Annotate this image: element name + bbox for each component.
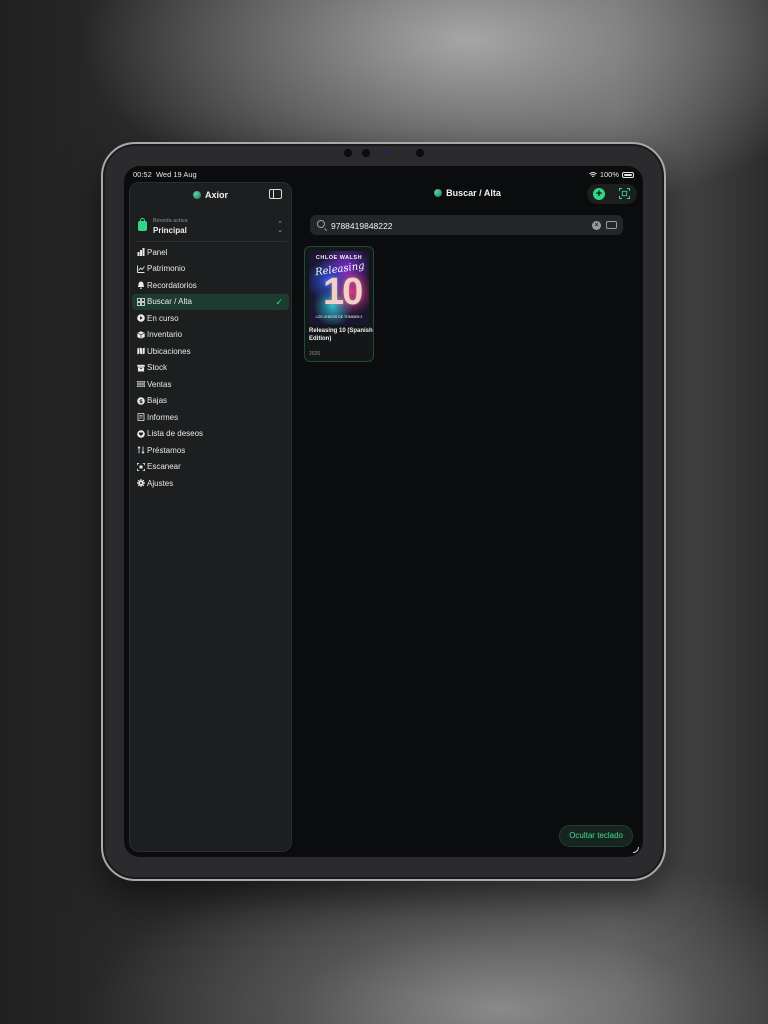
coin-icon: $ — [137, 396, 145, 405]
sidebar-item-label: Stock — [147, 363, 168, 373]
battery-percent: 100% — [599, 170, 619, 179]
result-title: Releasing 10 (Spanish Edition) — [309, 328, 373, 342]
clear-search-button[interactable]: × — [592, 221, 601, 230]
chevron-updown-icon: ⌃ ⌄ — [277, 221, 283, 234]
sidebar-nav: Panel Patrimonio Recordatorios Buscar / … — [130, 244, 291, 492]
sidebar-item-lista-de-deseos[interactable]: Lista de deseos — [132, 426, 289, 443]
book-cover-image: CHLOE WALSH Releasing 10 LOS CHICOS DE T… — [309, 251, 369, 325]
scan-barcode-button[interactable] — [619, 188, 630, 199]
sidebar-item-label: Informes — [147, 412, 179, 422]
sidebar-item-label: Ubicaciones — [147, 346, 191, 356]
vault-name: Principal — [153, 226, 187, 235]
sidebar-item-panel[interactable]: Panel — [132, 244, 289, 261]
app-logo-icon — [434, 189, 443, 197]
camera-icon — [416, 149, 424, 157]
document-icon — [137, 413, 145, 421]
svg-text:$: $ — [139, 399, 143, 405]
sidebar-item-label: Ajustes — [147, 478, 174, 488]
sidebar-header: Axior — [130, 183, 291, 207]
checkmark-icon: ✓ — [275, 296, 283, 307]
wifi-icon — [589, 171, 597, 177]
sidebar-item-escanear[interactable]: Escanear — [132, 459, 289, 476]
sidebar-item-ventas[interactable]: Ventas — [132, 376, 289, 393]
result-card[interactable]: CHLOE WALSH Releasing 10 LOS CHICOS DE T… — [304, 246, 374, 362]
grid-icon — [137, 297, 145, 306]
sidebar-item-label: Recordatorios — [147, 280, 197, 290]
vault-selector[interactable]: Bóveda activa Principal ⌃ ⌄ — [136, 216, 287, 242]
cover-subtitle: LOS CHICOS DE TOMMEN 3 — [315, 315, 363, 319]
sidebar-item-ajustes[interactable]: Ajustes — [132, 475, 289, 492]
gear-icon — [137, 479, 145, 487]
play-circle-icon — [137, 314, 145, 322]
sidebar-toggle-icon[interactable] — [269, 189, 282, 199]
map-icon — [137, 347, 145, 355]
cover-number: 10 — [323, 271, 363, 313]
sidebar-item-label: Ventas — [147, 379, 172, 389]
sidebar-item-patrimonio[interactable]: Patrimonio — [132, 261, 289, 278]
sidebar: Axior Bóveda activa Principal ⌃ ⌄ Panel P… — [129, 182, 292, 852]
chart-bar-icon — [137, 248, 145, 256]
heart-icon — [137, 429, 145, 438]
archive-icon — [137, 364, 145, 371]
toolbar-actions: + — [587, 184, 637, 204]
add-button[interactable]: + — [593, 188, 605, 200]
result-year: 2026 — [309, 351, 321, 357]
status-time: 00:52 Wed 19 Aug — [133, 170, 197, 179]
main-content: Buscar / Alta + 9788419848222 × CHLOE WA… — [292, 182, 643, 857]
camera-icon — [362, 149, 370, 157]
led-icon — [384, 151, 388, 155]
vault-label: Bóveda activa — [153, 218, 188, 224]
sidebar-item-buscar-alta[interactable]: Buscar / Alta ✓ — [132, 293, 289, 310]
sidebar-item-label: Bajas — [147, 396, 168, 406]
sidebar-item-label: Inventario — [147, 330, 183, 340]
lock-icon — [138, 218, 147, 231]
sidebar-item-label: Buscar / Alta — [147, 297, 192, 307]
box-icon — [137, 330, 145, 339]
status-right: 100% — [589, 170, 634, 179]
trend-line-icon — [137, 265, 145, 273]
app-title: Axior — [130, 190, 291, 200]
barcode-icon — [137, 381, 145, 387]
sidebar-item-label: Préstamos — [147, 445, 186, 455]
sidebar-item-stock[interactable]: Stock — [132, 360, 289, 377]
sidebar-item-prestamos[interactable]: Préstamos — [132, 442, 289, 459]
sidebar-item-inventario[interactable]: Inventario — [132, 327, 289, 344]
arrows-icon — [137, 446, 145, 454]
sidebar-item-label: Panel — [147, 247, 168, 257]
screen: 00:52 Wed 19 Aug 100% Axior Bóveda activ… — [124, 166, 643, 857]
battery-icon — [622, 171, 634, 178]
scan-icon — [137, 462, 145, 471]
camera-bar — [340, 146, 430, 160]
sidebar-item-label: En curso — [147, 313, 179, 323]
sidebar-item-label: Patrimonio — [147, 264, 186, 274]
sidebar-item-label: Lista de deseos — [147, 429, 204, 439]
search-icon — [317, 220, 325, 228]
keyboard-icon[interactable] — [606, 221, 617, 229]
search-input[interactable]: 9788419848222 — [331, 221, 392, 231]
sidebar-item-label: Escanear — [147, 462, 181, 472]
sidebar-item-bajas[interactable]: $ Bajas — [132, 393, 289, 410]
sensor-icon — [344, 149, 352, 157]
status-bar: 00:52 Wed 19 Aug 100% — [124, 166, 643, 182]
app-logo-icon — [192, 191, 201, 199]
sidebar-item-recordatorios[interactable]: Recordatorios — [132, 277, 289, 294]
sidebar-item-ubicaciones[interactable]: Ubicaciones — [132, 343, 289, 360]
sidebar-item-informes[interactable]: Informes — [132, 409, 289, 426]
hide-keyboard-button[interactable]: Ocultar teclado — [559, 825, 633, 847]
bell-icon — [138, 281, 144, 289]
search-field[interactable]: 9788419848222 × — [310, 215, 623, 235]
sidebar-item-en-curso[interactable]: En curso — [132, 310, 289, 327]
